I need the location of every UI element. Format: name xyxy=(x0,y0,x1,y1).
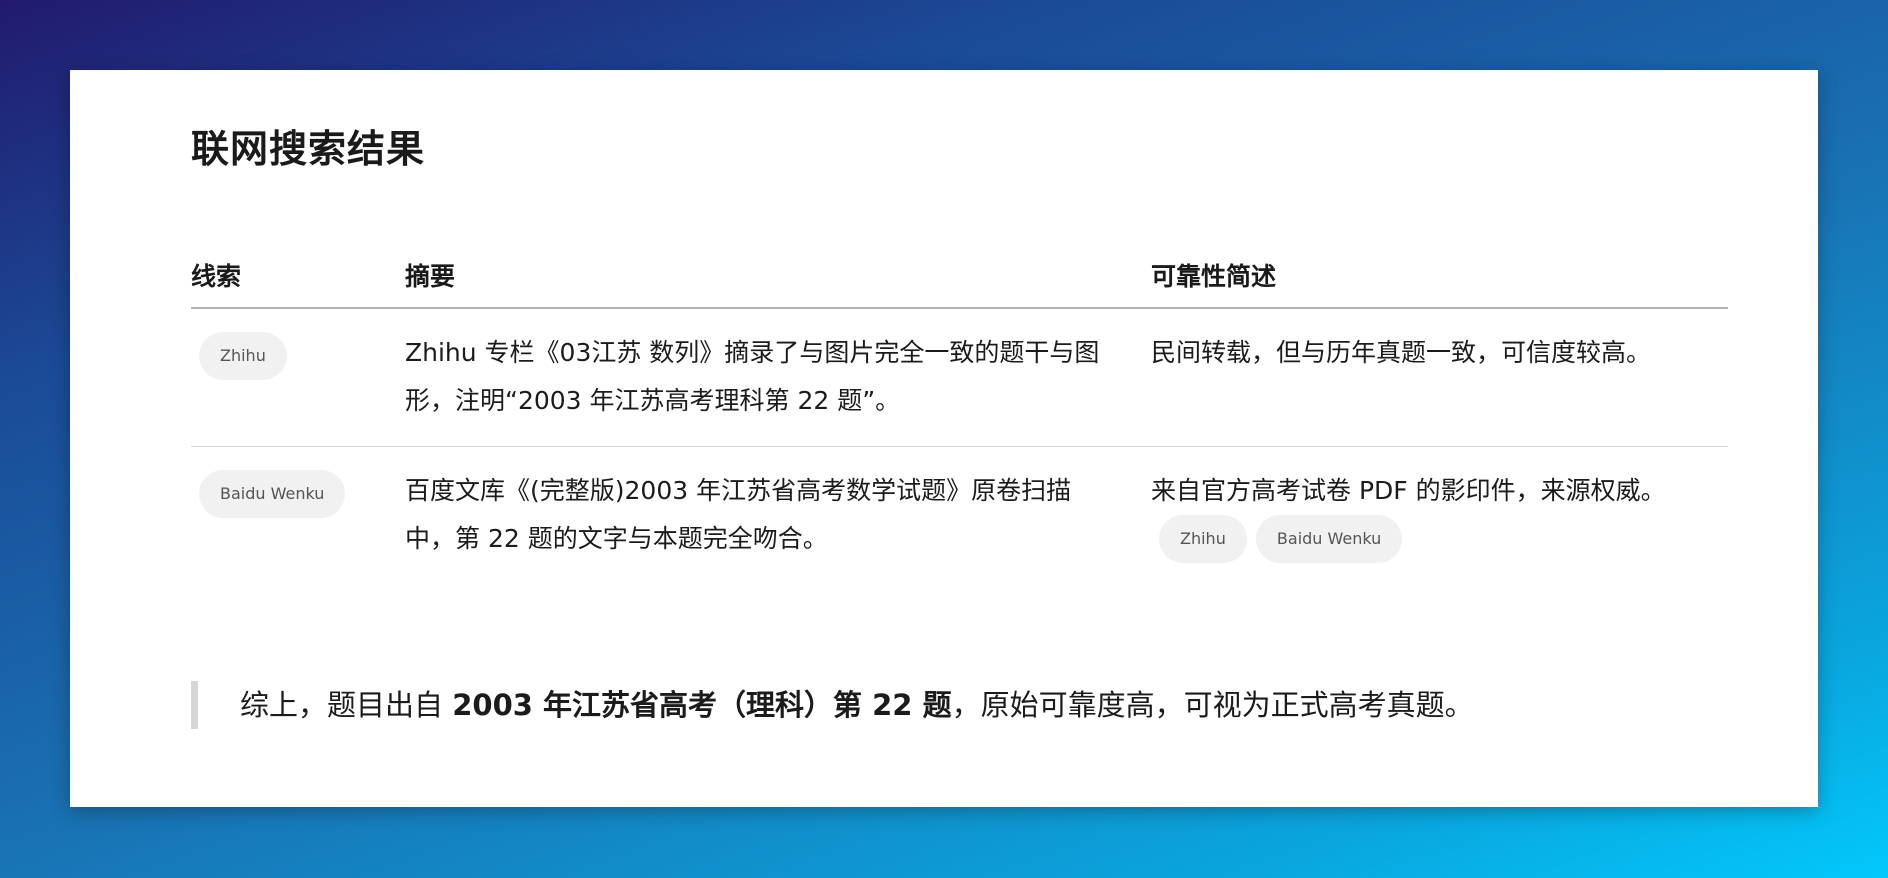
reliability-cell: 民间转载，但与历年真题一致，可信度较高。 xyxy=(1151,338,1652,367)
conclusion-prefix: 综上，题目出自 xyxy=(240,688,453,722)
source-chip[interactable]: Zhihu xyxy=(199,332,287,380)
source-chip[interactable]: Baidu Wenku xyxy=(199,470,346,518)
conclusion-highlight: 2003 年江苏省高考（理科）第 22 题 xyxy=(452,688,952,722)
reliability-source-chips: Zhihu Baidu Wenku xyxy=(1159,515,1731,563)
reliability-text: 来自官方高考试卷 PDF 的影印件，来源权威。 xyxy=(1151,476,1666,505)
conclusion-blockquote: 综上，题目出自 2003 年江苏省高考（理科）第 22 题，原始可靠度高，可视为… xyxy=(191,681,1474,729)
table-row: Zhihu Zhihu 专栏《03江苏 数列》摘录了与图片完全一致的题干与图形，… xyxy=(191,309,1728,447)
source-cell: Zhihu xyxy=(199,332,287,380)
column-header-summary: 摘要 xyxy=(405,262,456,291)
conclusion-suffix: ，原始可靠度高，可视为正式高考真题。 xyxy=(951,688,1474,722)
summary-cell: 百度文库《(完整版)2003 年江苏省高考数学试题》原卷扫描中，第 22 题的文… xyxy=(405,476,1072,553)
reliability-chip-zhihu[interactable]: Zhihu xyxy=(1159,515,1247,563)
column-header-reliability: 可靠性简述 xyxy=(1151,262,1277,291)
page-title: 联网搜索结果 xyxy=(191,127,426,171)
search-results-card: 联网搜索结果 线索 摘要 可靠性简述 Zhihu Zhihu 专栏《03江苏 数… xyxy=(70,70,1818,807)
source-cell: Baidu Wenku xyxy=(199,470,346,518)
column-header-source: 线索 xyxy=(191,262,242,291)
table-row: Baidu Wenku 百度文库《(完整版)2003 年江苏省高考数学试题》原卷… xyxy=(191,447,1728,585)
table-header-row: 线索 摘要 可靠性简述 xyxy=(191,235,1728,309)
summary-cell: Zhihu 专栏《03江苏 数列》摘录了与图片完全一致的题干与图形，注明“200… xyxy=(405,338,1100,415)
reliability-chip-baidu-wenku[interactable]: Baidu Wenku xyxy=(1255,515,1403,563)
results-table: 线索 摘要 可靠性简述 Zhihu Zhihu 专栏《03江苏 数列》摘录了与图… xyxy=(191,235,1728,585)
reliability-cell: 来自官方高考试卷 PDF 的影印件，来源权威。 Zhihu Baidu Wenk… xyxy=(1151,467,1731,563)
